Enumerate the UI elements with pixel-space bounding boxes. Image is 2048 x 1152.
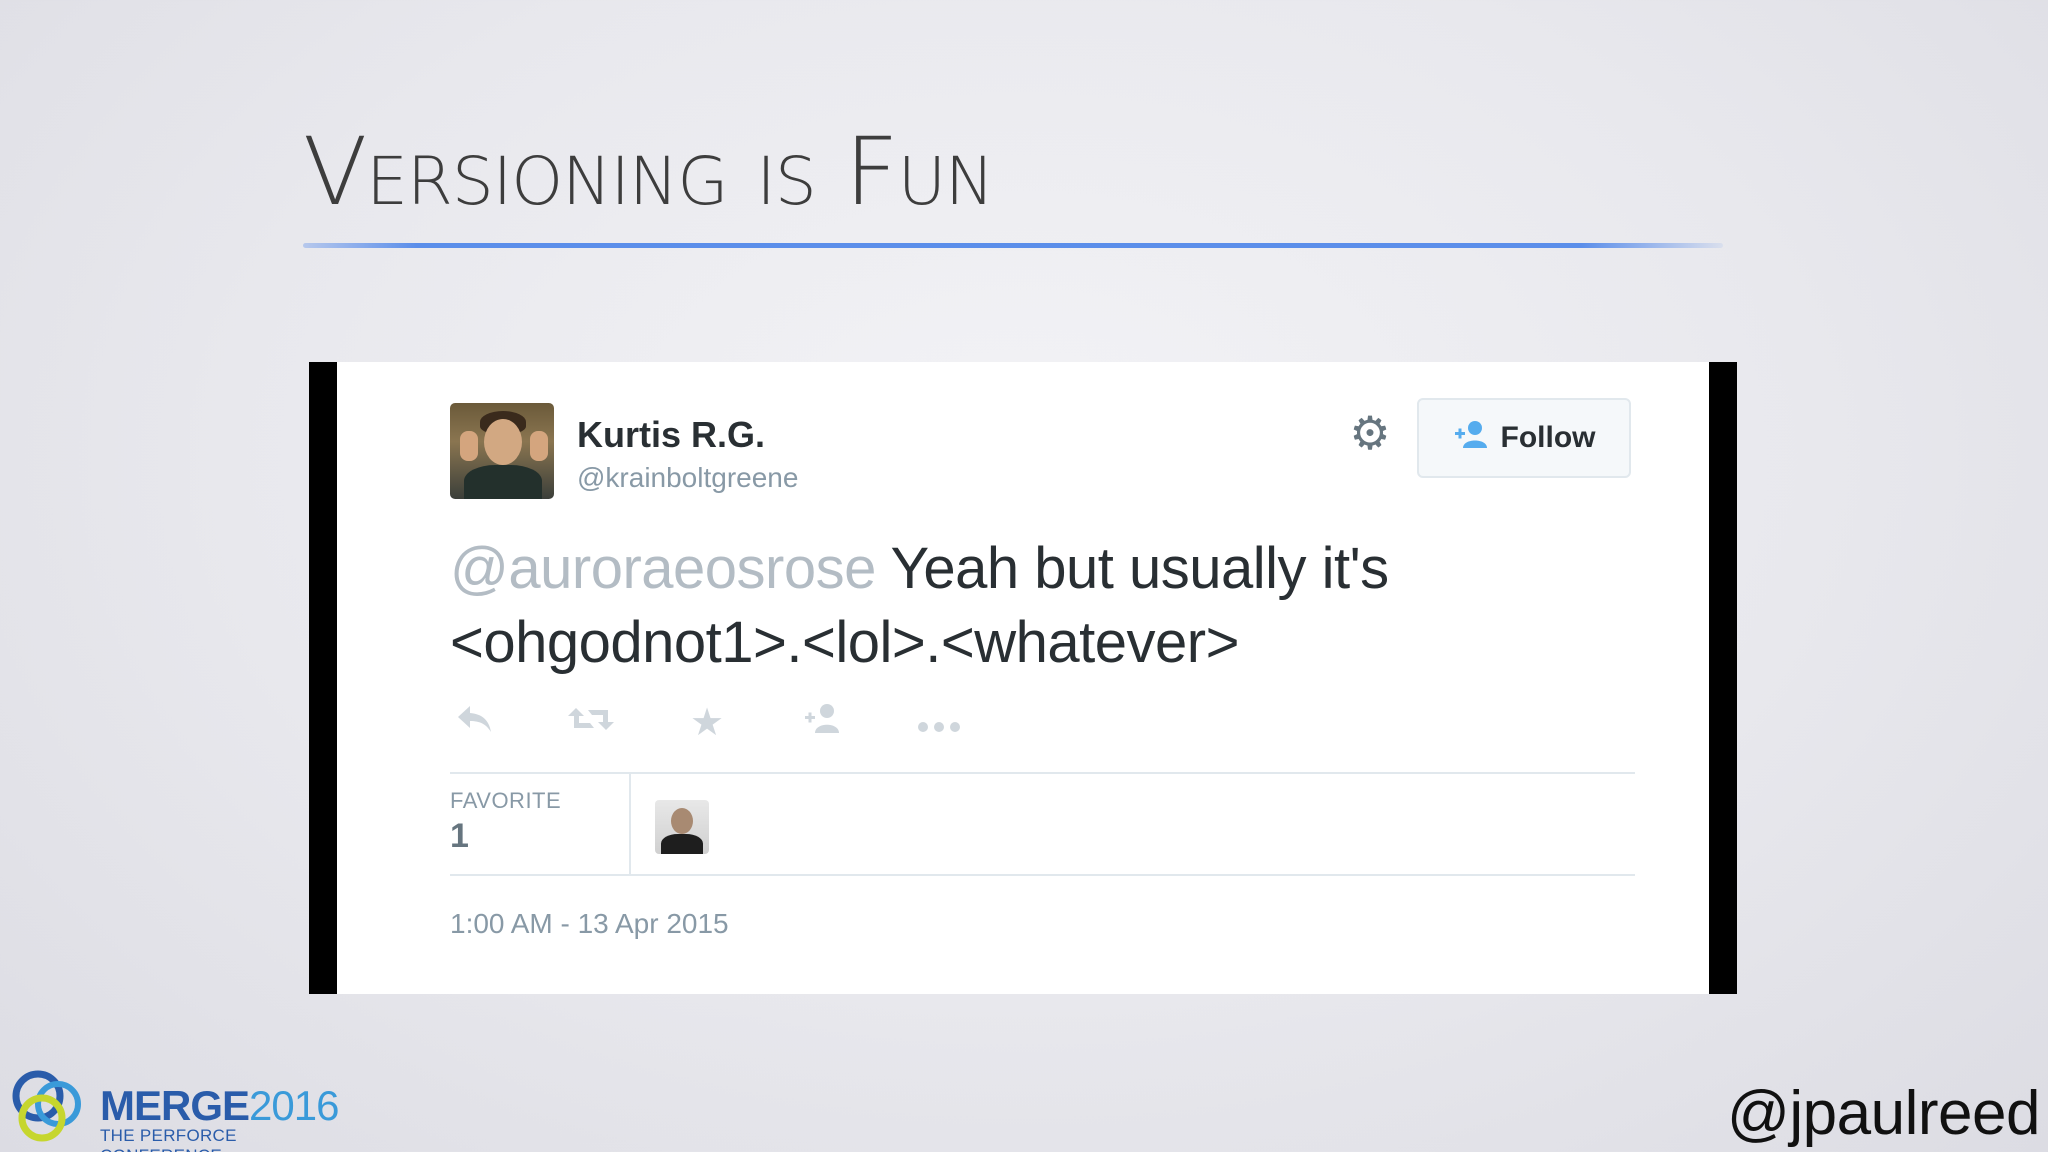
reply-icon[interactable] <box>450 701 500 744</box>
favoriter-avatar[interactable] <box>655 800 709 854</box>
tweet-actions: ★ <box>450 700 964 744</box>
gear-icon[interactable]: ⚙ <box>1347 410 1393 456</box>
title-underline <box>303 243 1723 248</box>
presenter-handle: @jpaulreed <box>1726 1079 2041 1148</box>
follow-icon[interactable] <box>798 701 848 744</box>
tweet-card: Kurtis R.G. @krainboltgreene ⚙ Follow @a… <box>337 362 1709 994</box>
logo-wordmark: MERGE2016 <box>100 1082 339 1129</box>
slide-title: Versioning is Fun <box>303 118 994 227</box>
stats-divider-top <box>450 772 1635 774</box>
follow-button-label: Follow <box>1500 421 1596 454</box>
add-user-icon <box>1453 419 1489 457</box>
favorite-icon[interactable]: ★ <box>682 700 732 745</box>
user-avatar[interactable] <box>450 403 554 499</box>
favorite-label[interactable]: FAVORITE <box>450 788 561 814</box>
logo-rings-icon <box>12 1070 81 1142</box>
tweet-text-line1: Yeah but usually it's <box>875 536 1389 601</box>
tweet-timestamp[interactable]: 1:00 AM - 13 Apr 2015 <box>450 908 729 940</box>
follow-button[interactable]: Follow <box>1417 398 1631 478</box>
tweet-mention[interactable]: @auroraeosrose <box>450 536 876 601</box>
tweet-text: @auroraeosrose Yeah but usually it's <oh… <box>450 532 1630 680</box>
tweet-screenshot-frame: Kurtis R.G. @krainboltgreene ⚙ Follow @a… <box>309 362 1737 994</box>
stats-divider-vertical <box>629 774 631 874</box>
stats-divider-bottom <box>450 874 1635 876</box>
user-display-name[interactable]: Kurtis R.G. <box>577 414 765 456</box>
more-icon[interactable] <box>914 701 964 744</box>
favorite-count[interactable]: 1 <box>450 817 469 856</box>
merge-logo: MERGE2016 THE PERFORCE CONFERENCE <box>8 1064 348 1152</box>
user-handle[interactable]: @krainboltgreene <box>577 462 798 494</box>
logo-subtitle: THE PERFORCE CONFERENCE <box>100 1126 237 1152</box>
tweet-text-line2: <ohgodnot1>.<lol>.<whatever> <box>450 610 1240 675</box>
retweet-icon[interactable] <box>566 701 616 744</box>
